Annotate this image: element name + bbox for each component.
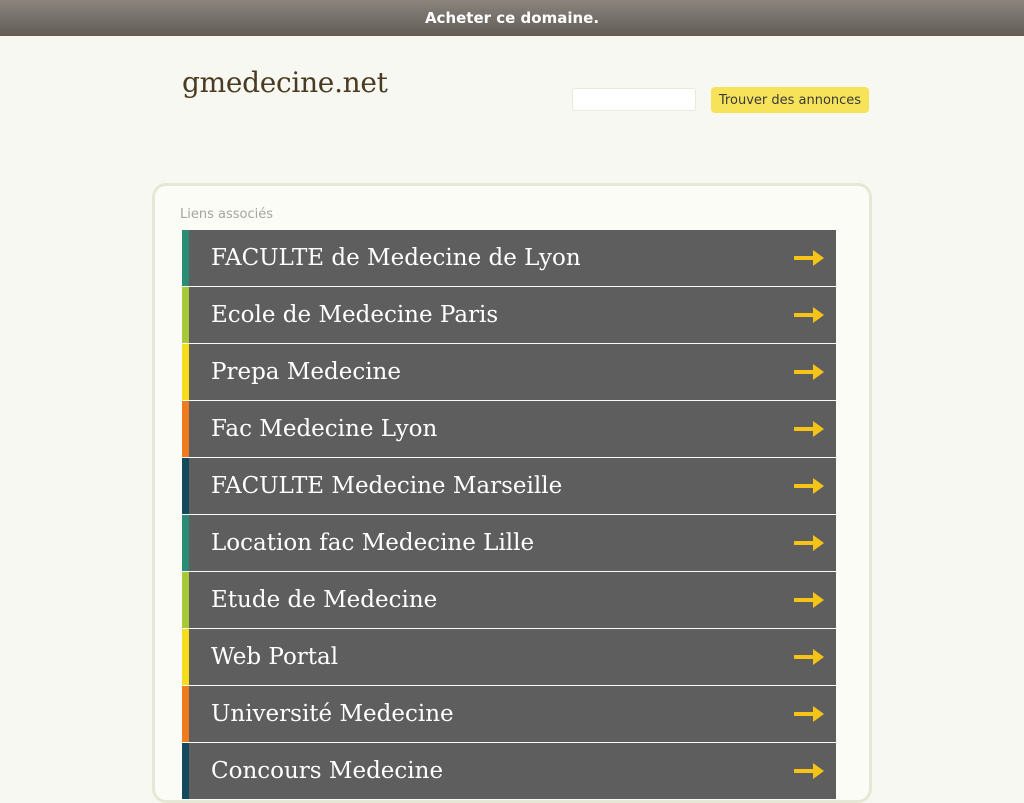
related-link[interactable]: FACULTE de Medecine de Lyon (182, 230, 836, 286)
site-title: gmedecine.net (182, 66, 388, 99)
related-link[interactable]: Etude de Medecine (182, 572, 836, 628)
link-accent-stripe (182, 686, 189, 742)
link-accent-stripe (182, 344, 189, 400)
related-link-label[interactable]: Concours Medecine (211, 758, 443, 784)
link-accent-stripe (182, 515, 189, 571)
find-ads-button[interactable]: Trouver des annonces (711, 87, 869, 113)
link-accent-stripe (182, 230, 189, 286)
arrow-right-icon[interactable] (793, 303, 826, 327)
search-input[interactable] (572, 88, 696, 111)
related-link-label[interactable]: Ecole de Medecine Paris (211, 302, 498, 328)
related-links-heading: Liens associés (180, 207, 273, 222)
arrow-right-icon[interactable] (793, 246, 826, 270)
related-link-label[interactable]: FACULTE de Medecine de Lyon (211, 245, 581, 271)
related-link-label[interactable]: Fac Medecine Lyon (211, 416, 437, 442)
related-link[interactable]: Concours Medecine (182, 743, 836, 799)
arrow-right-icon[interactable] (793, 474, 826, 498)
related-link-label[interactable]: Université Medecine (211, 701, 454, 727)
arrow-right-icon[interactable] (793, 702, 826, 726)
link-accent-stripe (182, 629, 189, 685)
arrow-right-icon[interactable] (793, 645, 826, 669)
related-link[interactable]: Prepa Medecine (182, 344, 836, 400)
related-link[interactable]: FACULTE Medecine Marseille (182, 458, 836, 514)
related-link[interactable]: Fac Medecine Lyon (182, 401, 836, 457)
arrow-right-icon[interactable] (793, 360, 826, 384)
related-link[interactable]: Université Medecine (182, 686, 836, 742)
buy-domain-bar[interactable]: Acheter ce domaine. (0, 0, 1024, 36)
link-accent-stripe (182, 572, 189, 628)
arrow-right-icon[interactable] (793, 417, 826, 441)
related-link-label[interactable]: Prepa Medecine (211, 359, 401, 385)
related-link-label[interactable]: FACULTE Medecine Marseille (211, 473, 562, 499)
related-link-label[interactable]: Etude de Medecine (211, 587, 437, 613)
arrow-right-icon[interactable] (793, 531, 826, 555)
related-link-label[interactable]: Location fac Medecine Lille (211, 530, 534, 556)
arrow-right-icon[interactable] (793, 759, 826, 783)
related-link-label[interactable]: Web Portal (211, 644, 338, 670)
related-links-list: FACULTE de Medecine de Lyon Ecole de Med… (182, 230, 836, 800)
link-accent-stripe (182, 401, 189, 457)
link-accent-stripe (182, 458, 189, 514)
buy-domain-link[interactable]: Acheter ce domaine. (425, 9, 599, 27)
related-link[interactable]: Web Portal (182, 629, 836, 685)
link-accent-stripe (182, 743, 189, 799)
link-accent-stripe (182, 287, 189, 343)
arrow-right-icon[interactable] (793, 588, 826, 612)
related-link[interactable]: Ecole de Medecine Paris (182, 287, 836, 343)
related-link[interactable]: Location fac Medecine Lille (182, 515, 836, 571)
